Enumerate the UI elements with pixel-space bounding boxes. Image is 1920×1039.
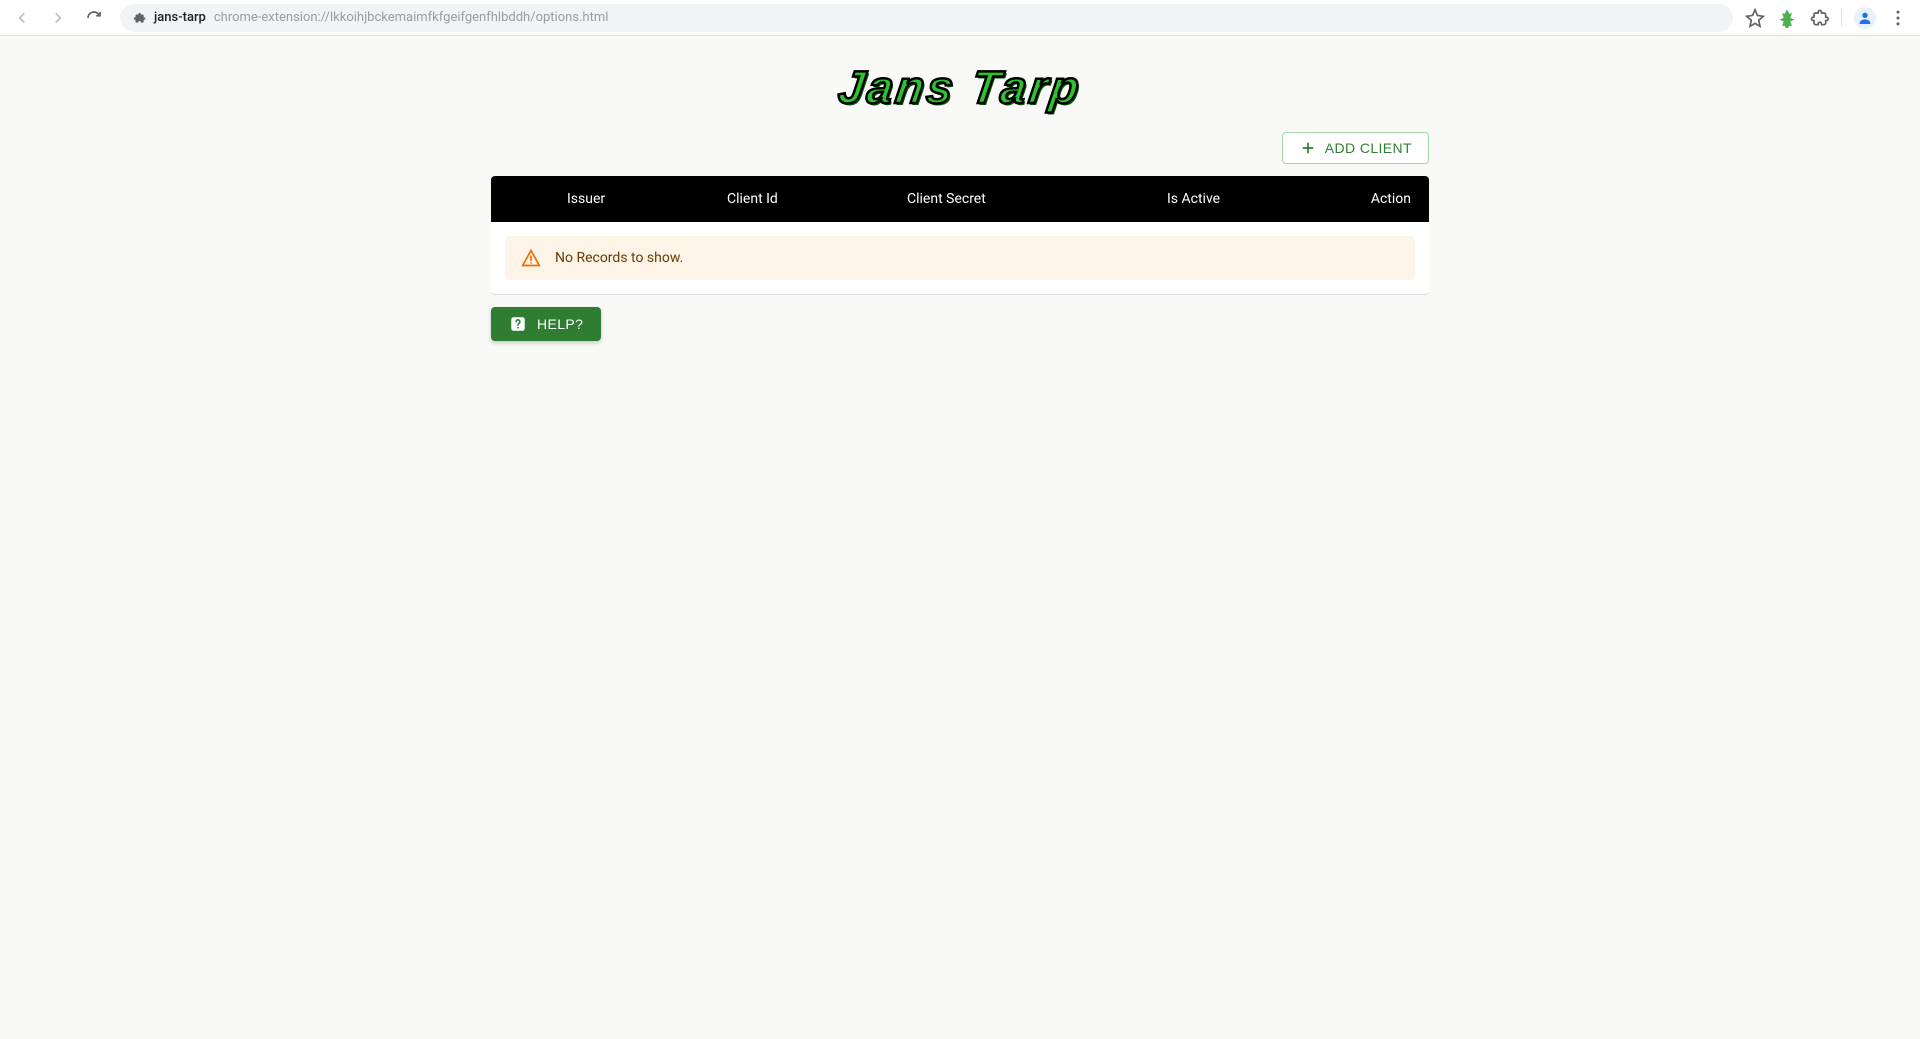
help-label: HELP? (537, 316, 583, 332)
browser-menu-icon[interactable] (1888, 8, 1908, 28)
empty-state: No Records to show. (505, 236, 1415, 280)
table-header-client-id: Client Id (711, 191, 891, 207)
add-client-button[interactable]: ADD CLIENT (1282, 132, 1429, 164)
clients-table: Issuer Client Id Client Secret Is Active… (491, 176, 1429, 295)
warning-icon (521, 248, 541, 268)
plus-icon (1299, 139, 1317, 157)
bookmark-icon[interactable] (1745, 8, 1765, 28)
page-body: Jans Tarp ADD CLIENT Issuer Client Id Cl… (0, 36, 1920, 341)
help-row: HELP? (491, 307, 1429, 341)
reload-button[interactable] (80, 4, 108, 32)
logo-container: Jans Tarp (0, 60, 1920, 114)
page-url: chrome-extension://lkkoihjbckemaimfkfgei… (214, 10, 609, 25)
table-header-client-secret: Client Secret (891, 191, 1151, 207)
extensions-icon[interactable] (1809, 8, 1829, 28)
main-content: ADD CLIENT Issuer Client Id Client Secre… (491, 132, 1429, 341)
table-header-is-active: Is Active (1151, 191, 1321, 207)
table-header-row: Issuer Client Id Client Secret Is Active… (491, 176, 1429, 222)
add-client-label: ADD CLIENT (1325, 140, 1412, 156)
empty-message: No Records to show. (555, 250, 683, 266)
actions-row: ADD CLIENT (491, 132, 1429, 164)
extension-icon (132, 11, 146, 25)
address-bar[interactable]: jans-tarp chrome-extension://lkkoihjbcke… (120, 4, 1733, 32)
forward-button[interactable] (44, 4, 72, 32)
table-header-issuer: Issuer (551, 191, 711, 207)
toolbar-right (1745, 7, 1912, 29)
toolbar-divider (1841, 9, 1842, 27)
help-icon (509, 315, 527, 333)
table-header-action: Action (1321, 191, 1429, 207)
page-title: jans-tarp (154, 10, 206, 25)
profile-avatar[interactable] (1854, 7, 1876, 29)
back-button[interactable] (8, 4, 36, 32)
browser-toolbar: jans-tarp chrome-extension://lkkoihjbcke… (0, 0, 1920, 36)
app-logo: Jans Tarp (835, 60, 1085, 114)
help-button[interactable]: HELP? (491, 307, 601, 341)
app-extension-icon[interactable] (1777, 8, 1797, 28)
